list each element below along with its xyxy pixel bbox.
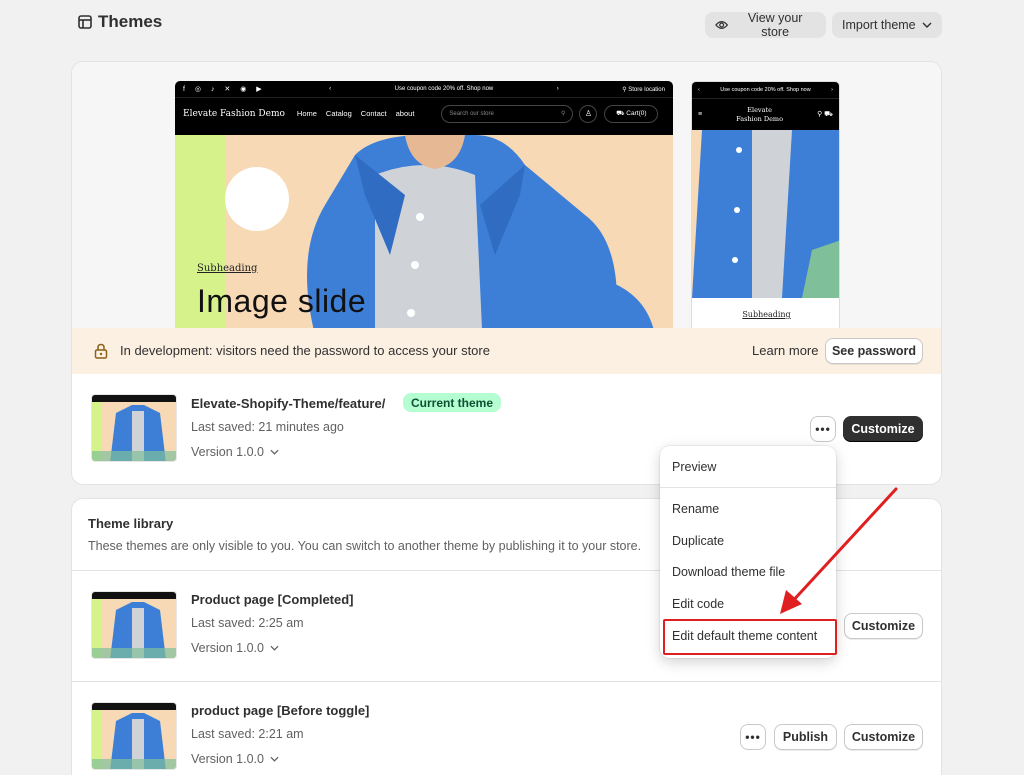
theme-last-saved: Last saved: 2:21 am — [191, 727, 304, 741]
customize-button[interactable]: Customize — [844, 613, 923, 639]
view-store-label: View your store — [747, 11, 803, 39]
mobile-subheading: Subheading — [742, 310, 791, 319]
hero-subheading: Subheading — [197, 263, 258, 274]
mobile-navbar: ≡ Elevate Fashion Demo ⚲ ⛟ — [692, 98, 839, 130]
social-icons: f ◎ ♪ ✕ ◉ ▶ — [183, 86, 266, 93]
preview-nav-home: Home — [296, 109, 317, 118]
mobile-hero-illustration — [692, 130, 839, 298]
current-theme-version[interactable]: Version 1.0.0 — [191, 445, 279, 459]
preview-navbar: Elevate Fashion Demo Home Catalog Contac… — [175, 97, 673, 129]
announce-next-icon: › — [556, 86, 559, 92]
preview-nav-catalog: Catalog — [325, 109, 352, 118]
dev-banner-message: In development: visitors need the passwo… — [120, 343, 490, 358]
mobile-preview: ‹ Use coupon code 20% off. Shop now › ≡ … — [691, 81, 840, 328]
view-store-button[interactable]: View your store — [705, 11, 826, 39]
search-icon: ⚲ — [561, 111, 566, 117]
publish-button[interactable]: Publish — [774, 724, 837, 750]
mobile-actions-icon: ⚲ ⛟ — [817, 111, 833, 118]
announce-prev-icon: ‹ — [329, 86, 332, 92]
library-title: Theme library — [88, 516, 174, 531]
preview-store-location: ⚲ Store location — [622, 86, 665, 93]
mobile-hero-image — [692, 130, 839, 298]
menu-item-rename[interactable]: Rename — [672, 502, 719, 516]
mobile-brand: Elevate Fashion Demo — [736, 105, 784, 123]
cart-icon: ⛟ — [616, 110, 625, 117]
mobile-announcement-text: Use coupon code 20% off. Shop now — [720, 87, 811, 93]
theme-name: Product page [Completed] — [191, 592, 354, 607]
more-actions-button[interactable]: ••• — [810, 416, 836, 442]
preview-announcement-text: Use coupon code 20% off. Shop now — [394, 86, 494, 92]
customize-button[interactable]: Customize — [844, 724, 923, 750]
theme-last-saved: Last saved: 2:25 am — [191, 616, 304, 630]
preview-announcement-bar: f ◎ ♪ ✕ ◉ ▶ ‹ Use coupon code 20% off. S… — [175, 81, 673, 97]
eye-icon — [715, 21, 729, 29]
desktop-preview: f ◎ ♪ ✕ ◉ ▶ ‹ Use coupon code 20% off. S… — [175, 81, 673, 328]
theme-thumbnail[interactable] — [91, 591, 177, 659]
current-theme-last-saved: Last saved: 21 minutes ago — [191, 420, 344, 434]
mobile-announce-prev-icon: ‹ — [698, 87, 700, 93]
menu-item-edit-code[interactable]: Edit code — [672, 597, 724, 611]
preview-cart: ⛟ Cart(0) — [604, 104, 659, 123]
preview-brand: Elevate Fashion Demo — [183, 108, 285, 119]
menu-divider — [660, 487, 836, 488]
theme-version[interactable]: Version 1.0.0 — [191, 641, 279, 655]
divider — [72, 681, 941, 682]
learn-more-link[interactable]: Learn more — [752, 343, 818, 358]
menu-icon: ≡ — [698, 111, 703, 118]
theme-preview[interactable]: f ◎ ♪ ✕ ◉ ▶ ‹ Use coupon code 20% off. S… — [72, 62, 941, 328]
customize-current-button[interactable]: Customize — [843, 416, 923, 442]
page-header: Themes View your store Import theme — [78, 11, 942, 39]
theme-version[interactable]: Version 1.0.0 — [191, 752, 279, 766]
see-password-button[interactable]: See password — [825, 338, 923, 364]
current-theme-badge: Current theme — [403, 393, 502, 412]
user-icon: ♙ — [579, 104, 598, 123]
lock-icon — [94, 343, 108, 359]
theme-name: product page [Before toggle] — [191, 703, 370, 718]
mobile-announce-next-icon: › — [831, 87, 833, 93]
library-description: These themes are only visible to you. Yo… — [88, 539, 642, 553]
preview-search: Search our store ⚲ — [441, 104, 574, 123]
preview-nav-contact: Contact — [360, 109, 387, 118]
theme-icon — [78, 15, 92, 29]
page-title-text: Themes — [98, 12, 163, 31]
hero-image: Subheading Image slide — [175, 135, 673, 328]
page-title: Themes — [78, 12, 162, 32]
hero-title: Image slide — [197, 283, 367, 319]
chevron-down-icon — [922, 22, 932, 28]
chevron-down-icon — [270, 756, 279, 762]
import-theme-label: Import theme — [842, 18, 916, 32]
dev-banner: In development: visitors need the passwo… — [72, 328, 941, 374]
mobile-announcement-bar: ‹ Use coupon code 20% off. Shop now › — [692, 82, 839, 98]
chevron-down-icon — [270, 449, 279, 455]
current-theme-card: f ◎ ♪ ✕ ◉ ▶ ‹ Use coupon code 20% off. S… — [71, 61, 942, 485]
chevron-down-icon — [270, 645, 279, 651]
menu-item-duplicate[interactable]: Duplicate — [672, 534, 724, 548]
menu-item-preview[interactable]: Preview — [672, 460, 716, 474]
theme-thumbnail[interactable] — [91, 702, 177, 770]
current-theme-name: Elevate-Shopify-Theme/feature/ — [191, 396, 386, 411]
import-theme-button[interactable]: Import theme — [832, 12, 942, 38]
more-actions-button[interactable]: ••• — [740, 724, 766, 750]
current-theme-thumbnail[interactable] — [91, 394, 177, 462]
menu-item-download[interactable]: Download theme file — [672, 565, 785, 579]
annotation-highlight-box — [663, 619, 837, 655]
preview-nav-about: about — [395, 109, 415, 118]
